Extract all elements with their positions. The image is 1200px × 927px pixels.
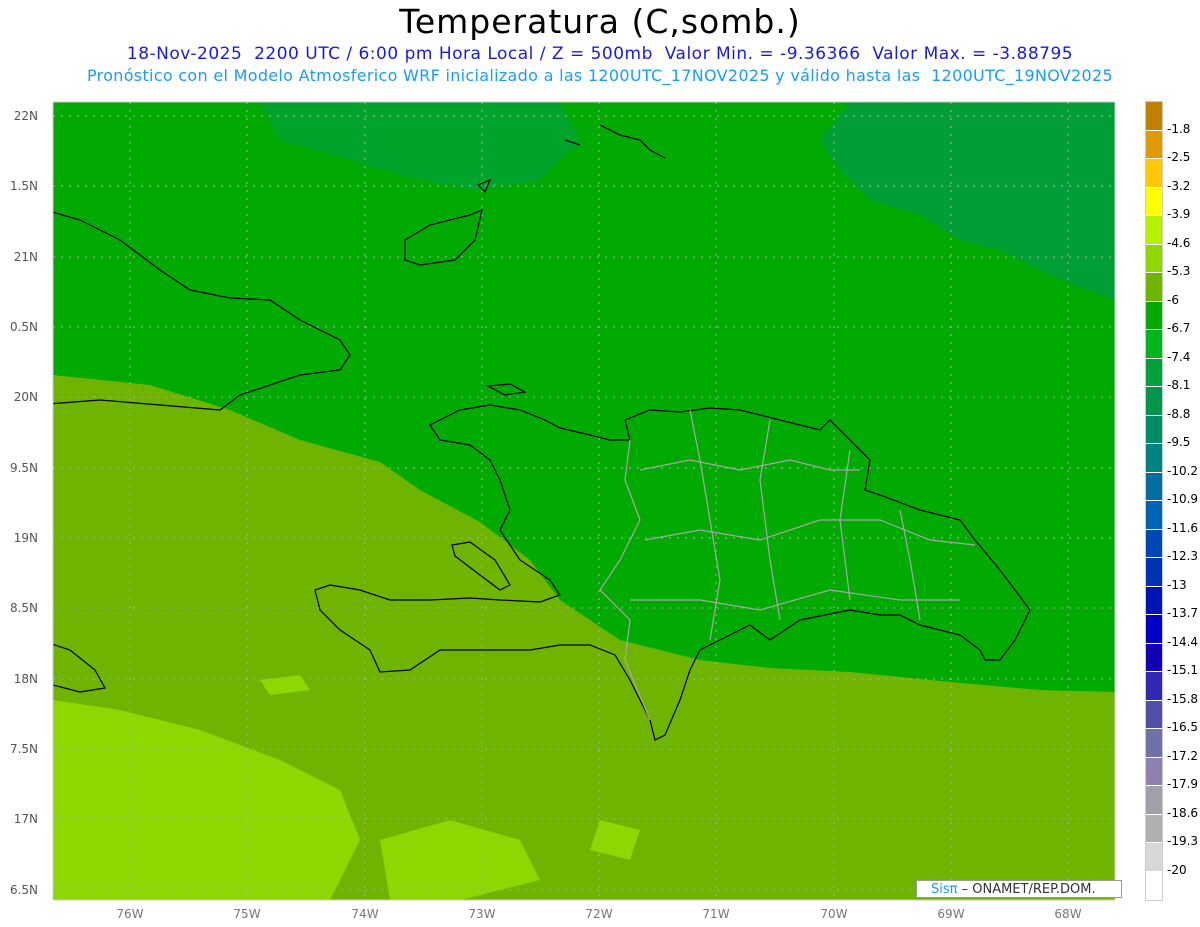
colorbar-label: -20: [1167, 862, 1187, 877]
colorbar-label: -2.5: [1167, 150, 1191, 164]
onamet-logo: Sisπ – ONAMET/REP.DOM.: [916, 880, 1122, 898]
lat-label: 19N: [13, 531, 38, 545]
colorbar-label: -8.8: [1167, 406, 1191, 421]
lon-label: 69W: [937, 907, 965, 921]
colorbar-bin: [1146, 358, 1162, 387]
lat-label: 0.5N: [9, 320, 38, 334]
colorbar-label: -3.2: [1167, 178, 1191, 193]
lon-label: 75W: [233, 907, 261, 921]
colorbar-bin: [1146, 187, 1162, 216]
colorbar-bin: [1146, 529, 1162, 558]
colorbar-bin: [1146, 472, 1162, 501]
colorbar-bin: [1146, 586, 1162, 615]
colorbar-bin: [1146, 216, 1162, 245]
colorbar-bin: [1146, 757, 1162, 786]
colorbar-label: -13: [1167, 577, 1187, 592]
colorbar-label: -12.3: [1167, 549, 1199, 563]
colorbar-bin: [1146, 643, 1162, 672]
colorbar-label: -17.9: [1167, 777, 1199, 791]
colorbar-bin: [1146, 444, 1162, 473]
colorbar-label: -19.3: [1167, 834, 1199, 848]
colorbar-label: -8.1: [1167, 378, 1191, 392]
colorbar-bin: [1146, 301, 1162, 330]
colorbar-bin: [1146, 558, 1162, 587]
colorbar-label: -15.8: [1167, 691, 1199, 706]
lon-label: 76W: [116, 907, 144, 921]
colorbar-bin: [1146, 700, 1162, 729]
colorbar-bin: [1146, 501, 1162, 530]
colorbar-bin: [1146, 786, 1162, 815]
colorbar-label: -14.4: [1167, 634, 1199, 649]
colorbar-label: -6: [1167, 292, 1179, 307]
colorbar-bin: [1146, 273, 1162, 302]
colorbar-label: -9.5: [1167, 435, 1191, 449]
colorbar-label: -4.6: [1167, 235, 1191, 250]
colorbar-label: -10.9: [1167, 492, 1199, 506]
lat-label: 18N: [13, 672, 38, 686]
colorbar-bin: [1146, 814, 1162, 843]
colorbar-label: -5.3: [1167, 264, 1191, 278]
lat-label: 8.5N: [9, 601, 38, 615]
colorbar-bin: [1146, 102, 1162, 131]
colorbar-bin: [1146, 415, 1162, 444]
lon-label: 72W: [585, 907, 613, 921]
colorbar: [1145, 101, 1163, 901]
lat-label: 9.5N: [9, 461, 38, 475]
lon-label: 70W: [820, 907, 848, 921]
lat-label: 22N: [13, 109, 38, 123]
logo-brand: Sisπ: [931, 882, 958, 897]
colorbar-label: -11.6: [1167, 520, 1199, 535]
colorbar-label: -18.6: [1167, 805, 1199, 820]
temperature-map: [52, 101, 1116, 901]
colorbar-bin: [1146, 615, 1162, 644]
colorbar-label: -7.4: [1167, 349, 1191, 364]
colorbar-bin: [1146, 387, 1162, 416]
lat-label: 6.5N: [9, 883, 38, 897]
lat-label: 21N: [13, 250, 38, 264]
colorbar-label: -1.8: [1167, 121, 1191, 136]
colorbar-label: -13.7: [1167, 606, 1199, 620]
lat-label: 20N: [13, 390, 38, 404]
colorbar-label: -6.7: [1167, 321, 1191, 335]
logo-text: – ONAMET/REP.DOM.: [957, 882, 1096, 897]
colorbar-bin: [1146, 843, 1162, 872]
colorbar-label: -10.2: [1167, 463, 1199, 478]
colorbar-label: -3.9: [1167, 207, 1191, 221]
colorbar-bin: [1146, 871, 1162, 900]
colorbar-bin: [1146, 159, 1162, 188]
colorbar-label: -16.5: [1167, 720, 1199, 734]
lon-label: 73W: [468, 907, 496, 921]
lat-label: 17N: [13, 812, 38, 826]
colorbar-bin: [1146, 672, 1162, 701]
colorbar-label: -17.2: [1167, 748, 1199, 763]
lon-label: 74W: [351, 907, 379, 921]
colorbar-label: -15.1: [1167, 663, 1199, 677]
lat-label: 1.5N: [9, 179, 38, 193]
colorbar-bin: [1146, 330, 1162, 359]
colorbar-bin: [1146, 729, 1162, 758]
colorbar-bin: [1146, 244, 1162, 273]
lon-label: 68W: [1054, 907, 1082, 921]
lon-label: 71W: [702, 907, 730, 921]
colorbar-bin: [1146, 130, 1162, 159]
lat-label: 7.5N: [9, 742, 38, 756]
